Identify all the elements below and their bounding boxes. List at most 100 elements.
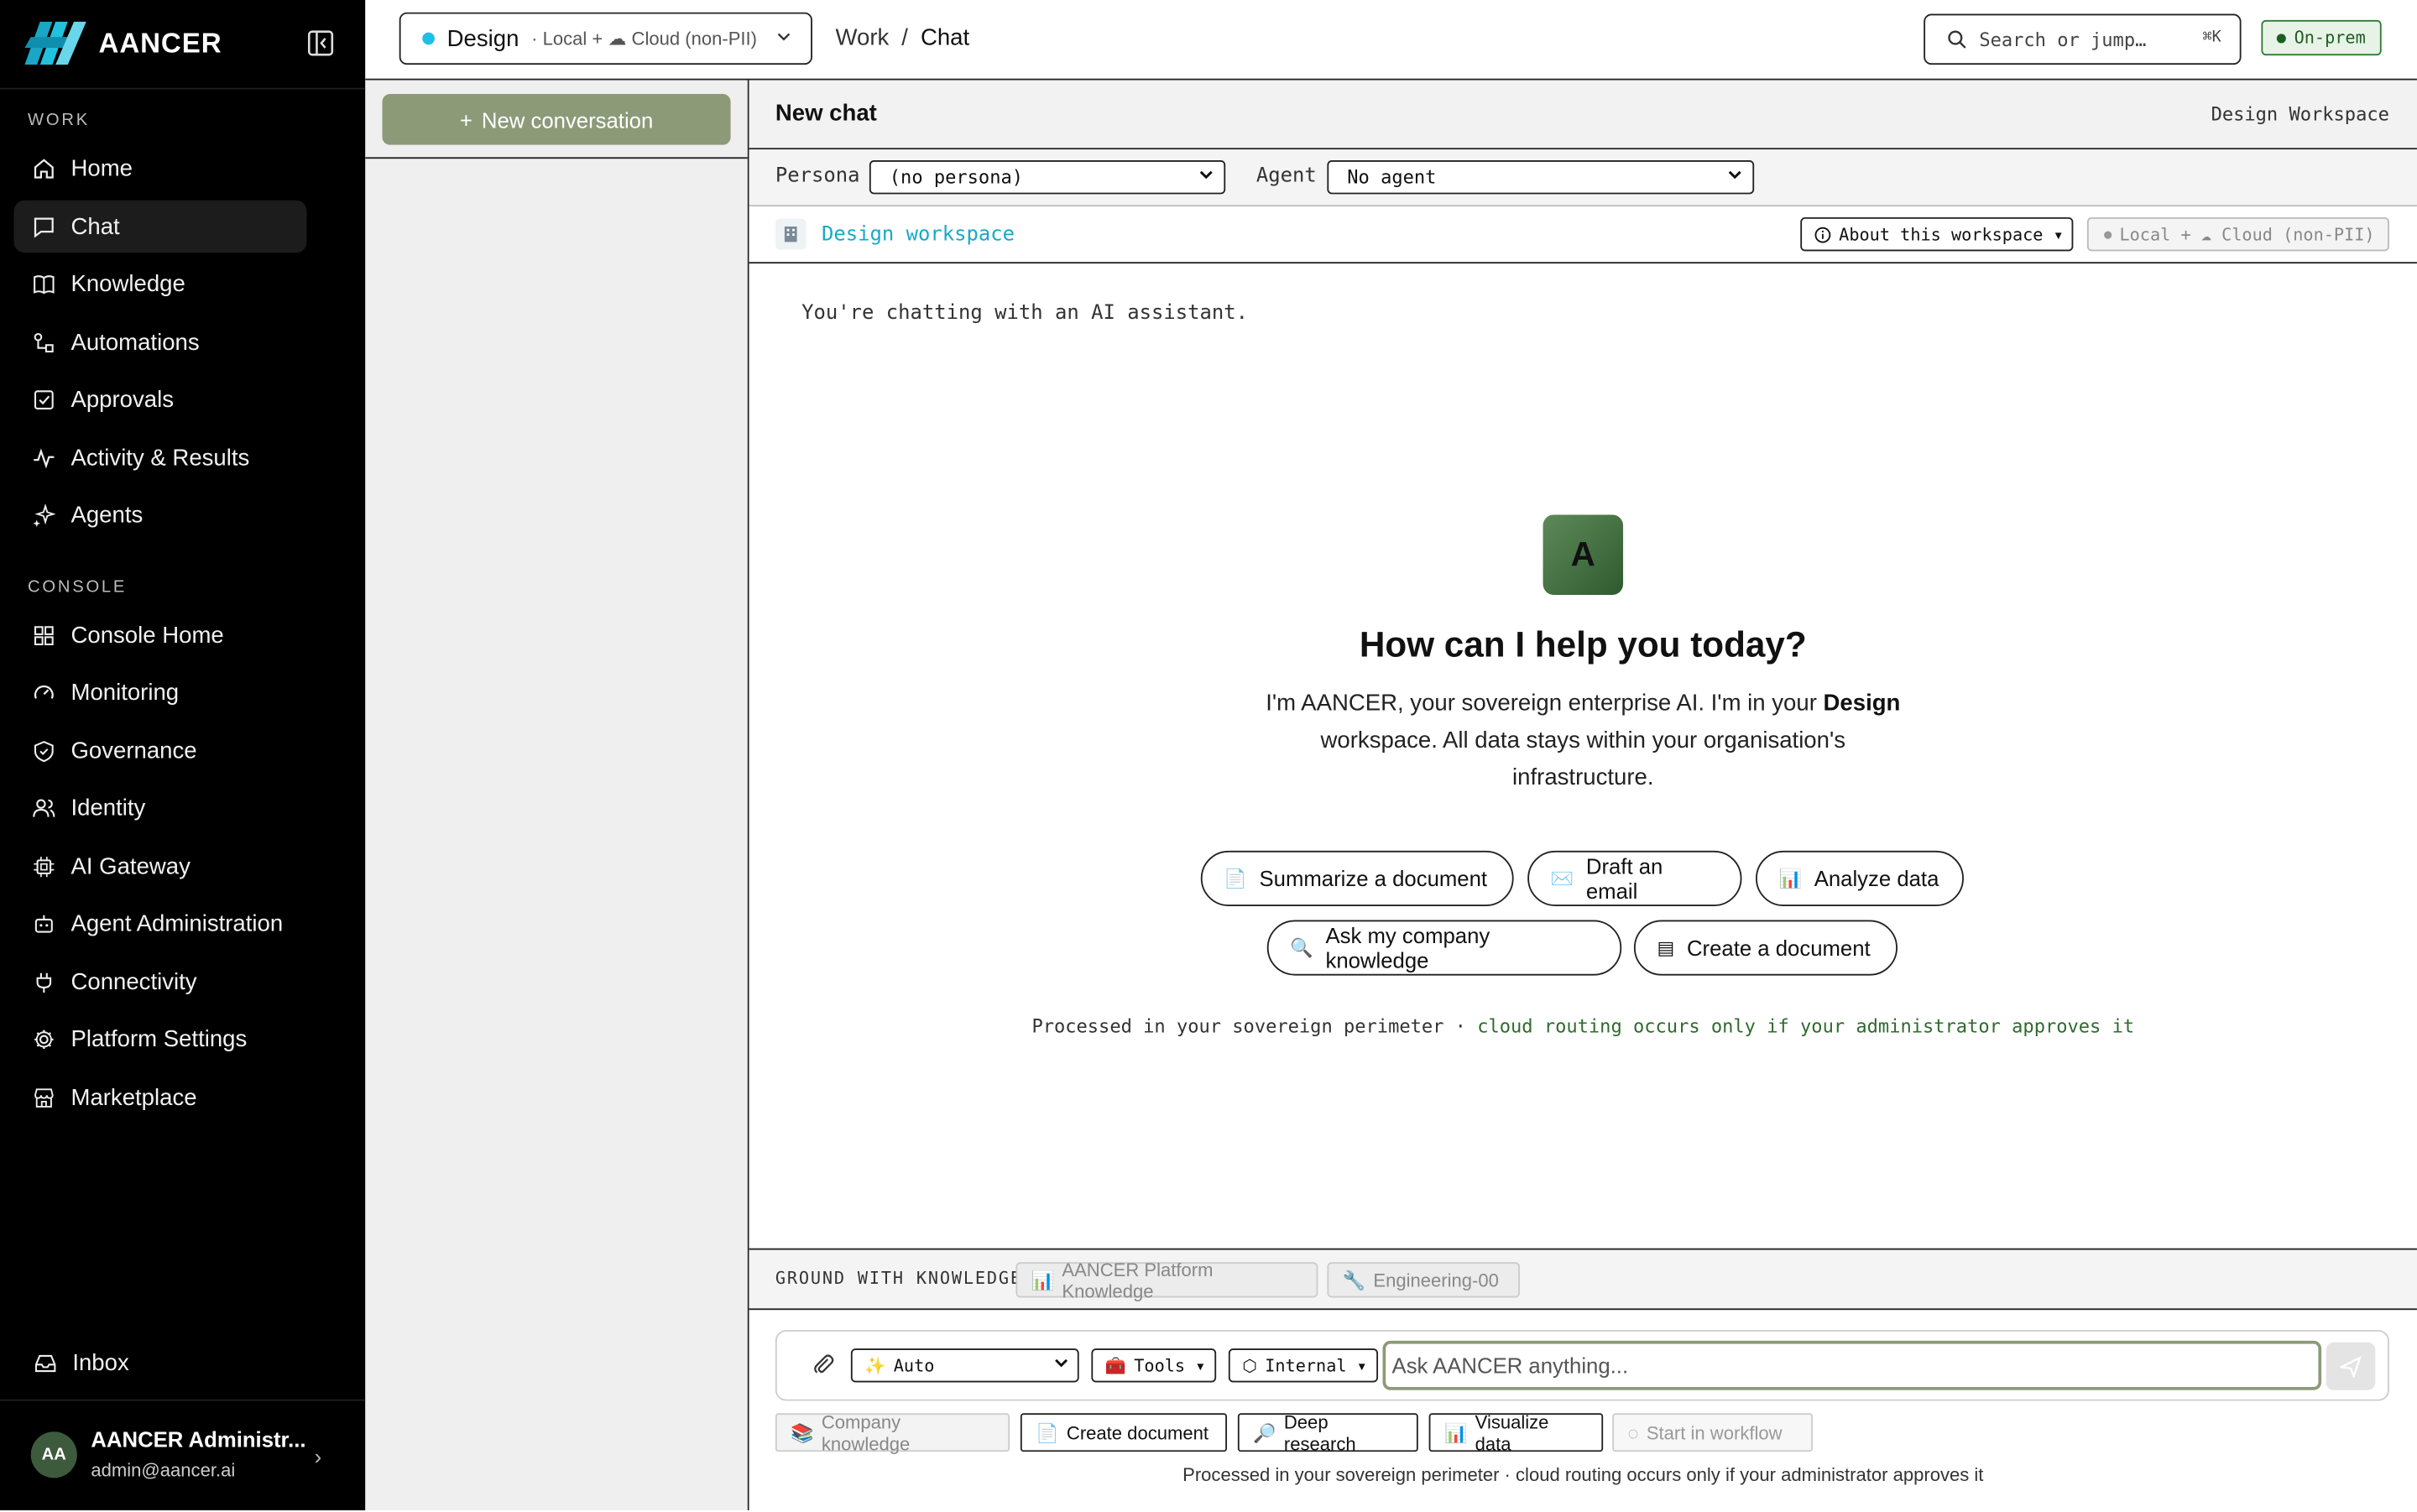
magnifier-icon: 🔎 <box>1253 1421 1276 1444</box>
status-dot <box>2277 33 2287 43</box>
sidebar-item-label: Identity <box>70 794 146 821</box>
collapse-sidebar-icon[interactable] <box>307 29 335 57</box>
ground-knowledge-label: GROUND WITH KNOWLEDGE <box>775 1268 1022 1289</box>
message-input[interactable] <box>1382 1340 2322 1390</box>
about-workspace-button[interactable]: About this workspace ▾ <box>1800 216 2074 252</box>
workflow-icon: ◌ <box>1627 1421 1639 1444</box>
paperclip-icon[interactable] <box>811 1352 835 1376</box>
sidebar-item-ai-gateway[interactable]: AI Gateway <box>14 840 307 892</box>
checkbox-icon <box>34 389 54 409</box>
knowledge-chip-engineering[interactable]: 🔧 Engineering-00 <box>1327 1262 1520 1298</box>
suggestion-label: Summarize a document <box>1259 866 1488 891</box>
sidebar-item-label: Governance <box>70 737 197 764</box>
action-label: Deep research <box>1283 1410 1356 1454</box>
visualize-data-button[interactable]: 📊 Visualize data <box>1428 1410 1604 1454</box>
agent-value: No agent <box>1347 166 1437 189</box>
sidebar-item-agent-administration[interactable]: Agent Administration <box>14 897 307 949</box>
sidebar-item-agents[interactable]: Agents <box>14 488 307 540</box>
suggestion-draft-email[interactable]: ✉️ Draft an email <box>1527 850 1742 906</box>
model-select[interactable]: ✨ Auto <box>850 1348 1079 1383</box>
aancer-logo-icon <box>24 21 86 65</box>
global-search[interactable]: Search or jump… ⌘K <box>1924 13 2242 65</box>
tools-menu[interactable]: 🧰 Tools ▾ <box>1091 1348 1217 1383</box>
chevron-down-icon <box>1198 166 1214 188</box>
suggestion-company-knowledge[interactable]: 🔍 Ask my company knowledge <box>1266 920 1622 976</box>
page-icon: ▤ <box>1657 936 1675 959</box>
brand[interactable]: AANCER <box>24 21 222 65</box>
chat-workspace-label: Design Workspace <box>2211 103 2389 125</box>
action-label: Create document <box>1066 1421 1209 1444</box>
sidebar-item-console-home[interactable]: Console Home <box>14 608 307 660</box>
books-icon: 📚 <box>791 1421 814 1444</box>
sidebar-item-connectivity[interactable]: Connectivity <box>14 956 307 1008</box>
bar-chart-icon: 📊 <box>1778 868 1803 889</box>
user-menu[interactable]: AA AANCER Administr... admin@aancer.ai › <box>0 1399 366 1512</box>
sidebar-item-label: Console Home <box>70 622 224 649</box>
inbox-icon <box>34 1354 56 1372</box>
sidebar-item-knowledge[interactable]: Knowledge <box>14 258 307 310</box>
sidebar-item-approvals[interactable]: Approvals <box>14 373 307 425</box>
sidebar-item-chat[interactable]: Chat <box>13 200 307 253</box>
deep-research-button[interactable]: 🔎 Deep research <box>1237 1410 1418 1454</box>
suggestion-label: Create a document <box>1686 935 1871 961</box>
breadcrumb: Work / Chat <box>835 24 969 50</box>
agent-select[interactable]: No agent <box>1327 160 1755 195</box>
create-document-button[interactable]: 📄 Create document <box>1020 1413 1228 1452</box>
sidebar-item-governance[interactable]: Governance <box>14 724 307 776</box>
new-conversation-label: New conversation <box>481 107 654 133</box>
knowledge-chip-platform[interactable]: 📊 AANCER Platform Knowledge <box>1015 1259 1318 1301</box>
sidebar-item-label: AI Gateway <box>70 852 191 879</box>
sidebar-item-platform-settings[interactable]: Platform Settings <box>14 1013 307 1065</box>
book-icon <box>34 274 55 294</box>
routing-badge-label: Local + ☁ Cloud (non-PII) <box>2119 224 2375 245</box>
send-button[interactable] <box>2326 1342 2376 1390</box>
company-knowledge-button[interactable]: 📚 Company knowledge <box>775 1410 1010 1454</box>
chat-icon <box>34 216 54 237</box>
classification-menu[interactable]: ⬡ Internal ▾ <box>1228 1348 1379 1383</box>
sidebar-item-label: Agents <box>70 501 144 529</box>
gear-icon <box>34 1029 54 1049</box>
suggestion-analyze-data[interactable]: 📊 Analyze data <box>1756 850 1964 906</box>
intro-message: You're chatting with an AI assistant. <box>801 301 1248 326</box>
avatar: AA <box>30 1431 77 1478</box>
deployment-badge-label: On-prem <box>2294 28 2366 48</box>
chevron-right-icon: › <box>314 1443 322 1469</box>
conversation-list-panel: + New conversation <box>365 80 749 1510</box>
suggestion-label: Draft an email <box>1585 853 1663 904</box>
sidebar-item-marketplace[interactable]: Marketplace <box>14 1071 307 1124</box>
activity-icon <box>34 447 55 468</box>
ground-knowledge-row: GROUND WITH KNOWLEDGE 📊 AANCER Platform … <box>749 1248 2417 1311</box>
suggestion-summarize[interactable]: 📄 Summarize a document <box>1200 850 1514 906</box>
workspace-link[interactable]: Design workspace <box>822 223 1015 247</box>
sidebar: AANCER WORK Home Chat Knowledge Automati… <box>0 0 366 1512</box>
message-composer: ✨ Auto 🧰 Tools ▾ ⬡ Internal ▾ <box>775 1330 2389 1401</box>
plug-icon <box>36 972 52 993</box>
about-workspace-label: About this workspace ▾ <box>1839 224 2064 245</box>
search-icon <box>1948 30 1966 49</box>
sidebar-item-inbox[interactable]: Inbox <box>15 1336 308 1388</box>
sidebar-item-activity[interactable]: Activity & Results <box>14 431 307 483</box>
shield-outline-icon: ⬡ <box>1242 1355 1258 1376</box>
sidebar-item-automations[interactable]: Automations <box>14 316 307 368</box>
sidebar-item-home[interactable]: Home <box>14 142 307 194</box>
section-label-work: WORK <box>28 111 90 130</box>
wrench-icon: 🔧 <box>1342 1269 1366 1291</box>
classification-label: Internal ▾ <box>1265 1355 1367 1376</box>
send-icon <box>2340 1355 2362 1378</box>
sidebar-item-identity[interactable]: Identity <box>14 781 307 833</box>
new-conversation-button[interactable]: + New conversation <box>382 94 731 145</box>
persona-select[interactable]: (no persona) <box>869 160 1226 195</box>
sidebar-item-monitoring[interactable]: Monitoring <box>14 665 307 717</box>
workspace-info-row: Design workspace About this workspace ▾ … <box>749 206 2417 264</box>
workspace-status-dot <box>422 32 435 45</box>
action-label: Visualize data <box>1475 1410 1549 1454</box>
breadcrumb-current: Chat <box>920 24 970 51</box>
suggestion-create-document[interactable]: ▤ Create a document <box>1633 920 1898 976</box>
start-in-workflow-button[interactable]: ◌ Start in workflow <box>1612 1413 1813 1452</box>
workspace-selector[interactable]: Design · Local + ☁ Cloud (non-PII) <box>399 12 812 65</box>
perimeter-note: Processed in your sovereign perimeter · … <box>749 1015 2417 1037</box>
breadcrumb-work[interactable]: Work <box>835 24 889 50</box>
model-value: Auto <box>893 1355 935 1376</box>
sidebar-item-label: Home <box>70 154 133 181</box>
sidebar-item-label: Connectivity <box>70 968 197 995</box>
